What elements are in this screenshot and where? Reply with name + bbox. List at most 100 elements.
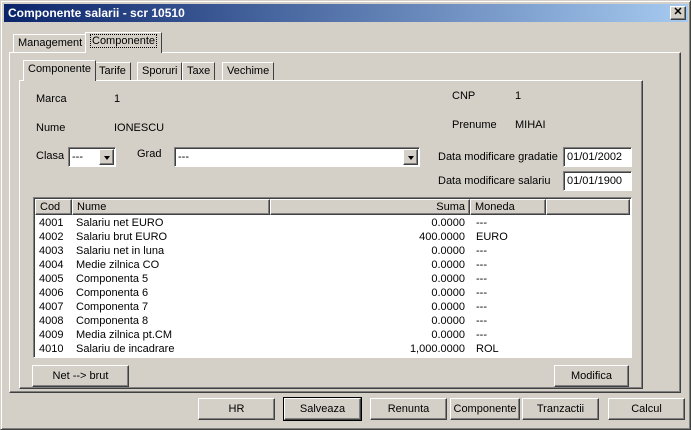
data-salariu-value: 01/01/1900: [567, 175, 623, 187]
cell-cod: 4006: [39, 287, 64, 299]
cell-suma: 1,000.0000: [409, 343, 465, 355]
cell-moneda: ---: [476, 245, 487, 257]
componente-button-label: Componente: [453, 403, 517, 415]
hr-button[interactable]: HR: [198, 398, 275, 420]
column-header-suma-label: Suma: [436, 201, 465, 213]
cell-suma: 0.0000: [431, 273, 465, 285]
tab-tarife-label: Tarife: [99, 65, 126, 77]
tab-componente-outer-label: Componente: [90, 34, 157, 48]
cnp-value: 1: [515, 90, 522, 102]
cell-moneda: ---: [476, 287, 487, 299]
table-row[interactable]: 4004 Medie zilnica CO 0.0000 ---: [36, 258, 631, 272]
column-header-cod-label: Cod: [40, 201, 61, 213]
cell-cod: 4007: [39, 301, 64, 313]
clasa-dropdown-button[interactable]: [99, 149, 114, 165]
tab-tarife[interactable]: Tarife: [94, 62, 131, 81]
table-row[interactable]: 4001 Salariu net EURO 0.0000 ---: [36, 216, 631, 230]
grad-label: Grad: [137, 148, 162, 160]
cell-moneda: ROL: [476, 343, 499, 355]
data-salariu-input[interactable]: 01/01/1900: [563, 171, 632, 191]
cell-nume: Salariu net in luna: [76, 245, 165, 257]
cell-moneda: ---: [476, 273, 487, 285]
column-header-nume[interactable]: Nume: [72, 199, 270, 215]
table-row[interactable]: 4007 Componenta 7 0.0000 ---: [36, 300, 631, 314]
title-bar[interactable]: Componente salarii - scr 10510 ✕: [4, 4, 688, 22]
cell-nume: Componenta 6: [76, 287, 149, 299]
modifica-button[interactable]: Modifica: [554, 365, 629, 387]
cell-nume: Componenta 7: [76, 301, 149, 313]
renunta-button[interactable]: Renunta: [370, 398, 447, 420]
tab-sporuri-label: Sporuri: [142, 65, 178, 77]
net-brut-button-label: Net --> brut: [52, 370, 109, 382]
tab-sporuri[interactable]: Sporuri: [137, 62, 183, 81]
clasa-select[interactable]: ---: [68, 147, 116, 167]
tranzactii-button[interactable]: Tranzactii: [522, 398, 599, 420]
column-header-suma[interactable]: Suma: [270, 199, 470, 215]
cell-suma: 0.0000: [431, 301, 465, 313]
cell-moneda: ---: [476, 301, 487, 313]
data-gradatie-value: 01/01/2002: [567, 151, 623, 163]
cell-cod: 4002: [39, 231, 64, 243]
tab-management-label: Management: [18, 37, 83, 49]
tab-taxe-label: Taxe: [187, 65, 211, 77]
cell-moneda: ---: [476, 259, 487, 271]
close-icon: ✕: [673, 6, 683, 18]
chevron-down-icon: [408, 156, 414, 160]
table-row[interactable]: 4006 Componenta 6 0.0000 ---: [36, 286, 631, 300]
cell-suma: 400.0000: [419, 231, 465, 243]
tab-management[interactable]: Management: [13, 34, 88, 53]
grad-select-value: ---: [178, 151, 189, 163]
close-button[interactable]: ✕: [670, 6, 686, 20]
cell-cod: 4004: [39, 259, 64, 271]
clasa-select-value: ---: [72, 151, 83, 163]
column-header-moneda-label: Moneda: [475, 201, 515, 213]
column-header-empty: [546, 199, 630, 215]
clasa-label: Clasa: [36, 150, 65, 162]
prenume-label: Prenume: [452, 119, 497, 131]
tab-componente-outer[interactable]: Componente: [85, 32, 162, 53]
column-header-moneda[interactable]: Moneda: [470, 199, 546, 215]
table-row[interactable]: 4008 Componenta 8 0.0000 ---: [36, 314, 631, 328]
componente-button[interactable]: Componente: [450, 398, 520, 420]
cell-nume: Media zilnica pt.CM: [76, 329, 172, 341]
calcul-button[interactable]: Calcul: [608, 398, 685, 420]
componente-table[interactable]: Cod Nume Suma Moneda 4001 Salariu net EU…: [33, 197, 632, 358]
cell-moneda: ---: [476, 217, 487, 229]
cell-moneda: EURO: [476, 231, 508, 243]
net-brut-button[interactable]: Net --> brut: [32, 365, 129, 387]
tab-componente-inner-label: Componente: [28, 63, 91, 75]
table-row[interactable]: 4003 Salariu net in luna 0.0000 ---: [36, 244, 631, 258]
cell-suma: 0.0000: [431, 217, 465, 229]
data-gradatie-input[interactable]: 01/01/2002: [563, 147, 632, 167]
cell-suma: 0.0000: [431, 287, 465, 299]
table-row[interactable]: 4009 Media zilnica pt.CM 0.0000 ---: [36, 328, 631, 342]
data-gradatie-label: Data modificare gradatie: [438, 151, 558, 163]
tab-vechime[interactable]: Vechime: [222, 62, 275, 81]
cell-nume: Salariu de incadrare: [76, 343, 175, 355]
cell-suma: 0.0000: [431, 329, 465, 341]
table-body: 4001 Salariu net EURO 0.0000 --- 4002 Sa…: [36, 216, 631, 356]
window-title: Componente salarii - scr 10510: [8, 6, 185, 20]
table-header: Cod Nume Suma Moneda: [35, 199, 630, 215]
table-row[interactable]: 4002 Salariu brut EURO 400.0000 EURO: [36, 230, 631, 244]
calcul-button-label: Calcul: [631, 403, 662, 415]
grad-select[interactable]: ---: [174, 147, 420, 167]
grad-dropdown-button[interactable]: [403, 149, 418, 165]
cell-cod: 4009: [39, 329, 64, 341]
table-row[interactable]: 4010 Salariu de incadrare 1,000.0000 ROL: [36, 342, 631, 356]
tab-taxe[interactable]: Taxe: [182, 62, 216, 81]
column-header-nume-label: Nume: [77, 201, 107, 213]
tab-componente-inner[interactable]: Componente: [23, 60, 96, 81]
table-row[interactable]: 4005 Componenta 5 0.0000 ---: [36, 272, 631, 286]
column-header-cod[interactable]: Cod: [35, 199, 72, 215]
cell-cod: 4005: [39, 273, 64, 285]
salveaza-button[interactable]: Salveaza: [283, 397, 362, 421]
salveaza-button-label: Salveaza: [299, 403, 346, 415]
hr-button-label: HR: [228, 403, 245, 415]
main-window: Componente salarii - scr 10510 ✕ Managem…: [0, 0, 691, 430]
cell-cod: 4001: [39, 217, 64, 229]
tranzactii-button-label: Tranzactii: [536, 403, 585, 415]
marca-label: Marca: [36, 93, 67, 105]
cell-moneda: ---: [476, 315, 487, 327]
nume-value: IONESCU: [114, 122, 165, 134]
